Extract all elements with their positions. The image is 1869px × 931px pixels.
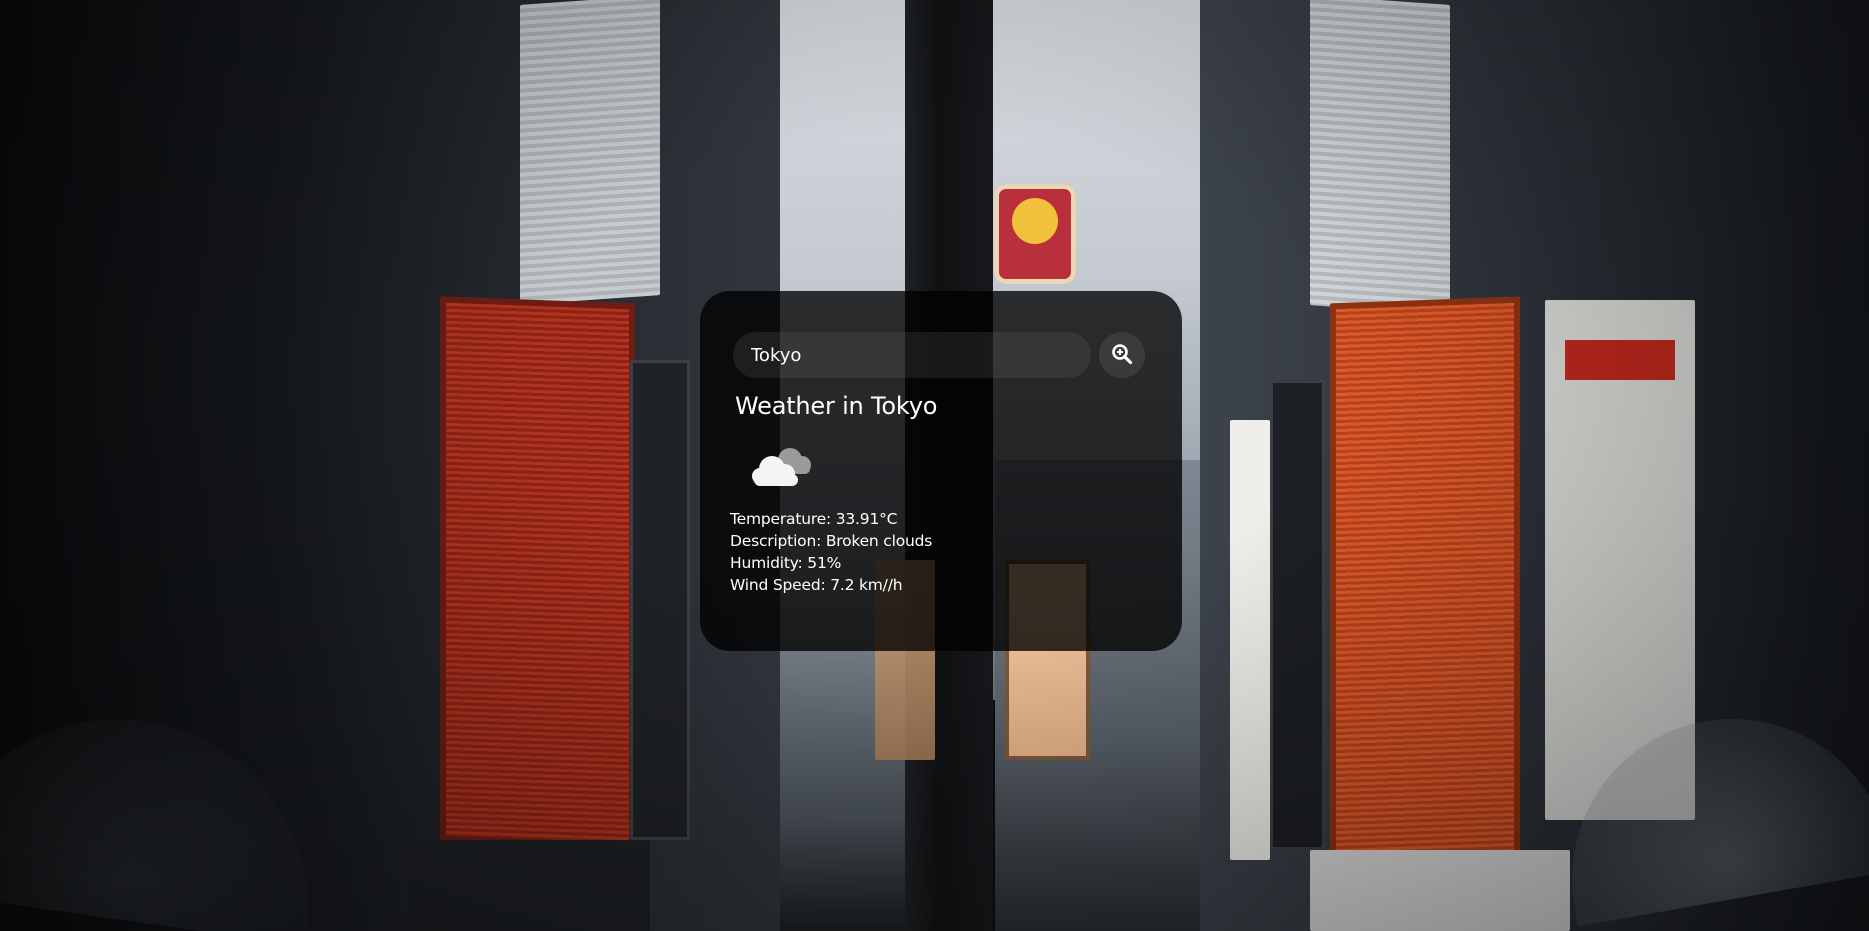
search-bar: [730, 332, 1152, 378]
humidity-text: Humidity: 51%: [730, 554, 842, 572]
wind-speed-text: Wind Speed: 7.2 km//h: [730, 576, 903, 594]
search-button[interactable]: [1099, 332, 1145, 378]
weather-card: Weather in Tokyo Temperature: 33.91°C De…: [700, 291, 1182, 651]
description-text: Description: Broken clouds: [730, 532, 933, 550]
city-search-input[interactable]: [733, 332, 1091, 378]
broken-clouds-icon: [742, 434, 822, 494]
temperature-text: Temperature: 33.91°C: [730, 510, 898, 528]
weather-title: Weather in Tokyo: [735, 392, 938, 420]
weather-details: Temperature: 33.91°C Description: Broken…: [730, 508, 1152, 596]
magnifier-zoom-icon: [1111, 343, 1133, 368]
